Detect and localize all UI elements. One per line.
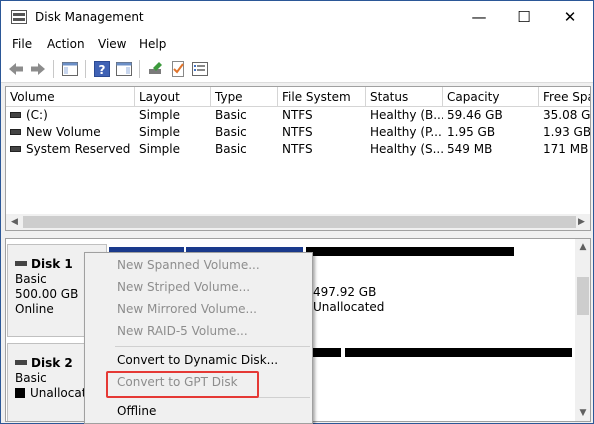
free-space-cell: 35.08 GB bbox=[543, 108, 591, 122]
check-icon[interactable] bbox=[169, 60, 187, 78]
minimize-button[interactable]: — bbox=[456, 1, 502, 33]
highlight-box bbox=[106, 371, 259, 398]
menu-separator bbox=[115, 346, 310, 347]
column-capacity[interactable]: Capacity bbox=[443, 87, 539, 107]
table-row[interactable]: System Reserved Simple Basic NTFS Health… bbox=[6, 141, 590, 158]
scrollbar-thumb[interactable] bbox=[577, 277, 589, 315]
toolbar-separator bbox=[53, 60, 54, 78]
forward-arrow-icon[interactable] bbox=[29, 60, 47, 78]
scroll-up-icon[interactable]: ▲ bbox=[575, 239, 590, 255]
volume-name-cell: New Volume bbox=[6, 124, 135, 141]
unallocated-label: Unallocated bbox=[313, 300, 385, 314]
file-system-cell: NTFS bbox=[282, 125, 313, 139]
capacity-cell: 1.95 GB bbox=[447, 125, 496, 139]
menu-item-offline[interactable]: Offline bbox=[85, 400, 312, 422]
list-icon[interactable] bbox=[191, 60, 209, 78]
close-button[interactable]: ✕ bbox=[547, 1, 593, 33]
scrollbar-thumb[interactable] bbox=[23, 216, 576, 228]
disk-icon bbox=[15, 260, 27, 266]
column-status[interactable]: Status bbox=[366, 87, 443, 107]
volume-name-cell: System Reserved bbox=[6, 141, 135, 158]
table-row[interactable]: (C:) Simple Basic NTFS Healthy (B... 59.… bbox=[6, 107, 591, 124]
capacity-cell: 549 MB bbox=[447, 142, 493, 156]
context-menu: New Spanned Volume... New Striped Volume… bbox=[84, 252, 313, 424]
menu-help[interactable]: Help bbox=[139, 37, 166, 51]
layout-cell: Simple bbox=[139, 108, 180, 122]
column-file-system[interactable]: File System bbox=[278, 87, 366, 107]
volume-list[interactable]: Volume Layout Type File System Status Ca… bbox=[5, 86, 591, 231]
column-free-space[interactable]: Free Spa... bbox=[539, 87, 590, 107]
menu-item-new-spanned-volume[interactable]: New Spanned Volume... bbox=[85, 254, 312, 276]
column-volume[interactable]: Volume bbox=[6, 87, 135, 107]
title-bar[interactable]: Disk Management — ☐ ✕ bbox=[1, 1, 593, 33]
rescan-icon[interactable] bbox=[147, 60, 165, 78]
disk-icon bbox=[15, 359, 27, 365]
menu-bar: File Action View Help bbox=[1, 33, 593, 55]
type-cell: Basic bbox=[215, 108, 247, 122]
menu-view[interactable]: View bbox=[98, 37, 126, 51]
menu-action[interactable]: Action bbox=[47, 37, 85, 51]
scroll-right-icon[interactable]: ▶ bbox=[573, 214, 590, 230]
file-system-cell: NTFS bbox=[282, 142, 313, 156]
properties-icon[interactable] bbox=[115, 60, 133, 78]
window-title: Disk Management bbox=[35, 10, 144, 24]
table-row[interactable]: New Volume Simple Basic NTFS Healthy (P.… bbox=[6, 124, 591, 141]
console-tree-icon[interactable] bbox=[61, 60, 79, 78]
scroll-left-icon[interactable]: ◀ bbox=[6, 214, 23, 230]
menu-file[interactable]: File bbox=[12, 37, 32, 51]
scroll-down-icon[interactable]: ▼ bbox=[575, 405, 590, 421]
type-cell: Basic bbox=[215, 142, 247, 156]
capacity-cell: 59.46 GB bbox=[447, 108, 503, 122]
layout-cell: Simple bbox=[139, 142, 180, 156]
help-icon[interactable]: ? bbox=[93, 60, 111, 78]
column-layout[interactable]: Layout bbox=[135, 87, 211, 107]
layout-cell: Simple bbox=[139, 125, 180, 139]
status-cell: Healthy (B... bbox=[370, 108, 443, 122]
unallocated-size: 497.92 GB bbox=[313, 285, 377, 299]
volume-name-cell: (C:) bbox=[6, 107, 135, 124]
status-cell: Healthy (S... bbox=[370, 142, 443, 156]
disk-management-icon bbox=[11, 10, 27, 24]
status-cell: Healthy (P... bbox=[370, 125, 442, 139]
unallocated-legend-icon bbox=[15, 387, 25, 398]
volume-icon bbox=[10, 111, 21, 118]
menu-item-new-raid5-volume[interactable]: New RAID-5 Volume... bbox=[85, 320, 312, 342]
back-arrow-icon[interactable] bbox=[7, 60, 25, 78]
menu-item-new-striped-volume[interactable]: New Striped Volume... bbox=[85, 276, 312, 298]
type-cell: Basic bbox=[215, 125, 247, 139]
column-type[interactable]: Type bbox=[211, 87, 278, 107]
svg-text:?: ? bbox=[99, 63, 106, 77]
horizontal-scrollbar[interactable]: ◀ ▶ bbox=[6, 214, 590, 230]
menu-item-new-mirrored-volume[interactable]: New Mirrored Volume... bbox=[85, 298, 312, 320]
volume-icon bbox=[10, 128, 21, 135]
toolbar: ? bbox=[1, 55, 593, 83]
free-space-cell: 1.93 GB bbox=[543, 125, 591, 139]
volume-list-header: Volume Layout Type File System Status Ca… bbox=[6, 87, 590, 107]
maximize-button[interactable]: ☐ bbox=[501, 1, 547, 33]
volume-icon bbox=[10, 145, 21, 152]
menu-item-convert-to-dynamic-disk[interactable]: Convert to Dynamic Disk... bbox=[85, 349, 312, 371]
partition-bar-unallocated bbox=[306, 247, 514, 256]
vertical-scrollbar[interactable]: ▲ ▼ bbox=[575, 239, 590, 421]
toolbar-separator bbox=[85, 60, 86, 78]
free-space-cell: 171 MB bbox=[543, 142, 589, 156]
toolbar-separator bbox=[139, 60, 140, 78]
partition-bar-unallocated bbox=[345, 348, 572, 357]
file-system-cell: NTFS bbox=[282, 108, 313, 122]
